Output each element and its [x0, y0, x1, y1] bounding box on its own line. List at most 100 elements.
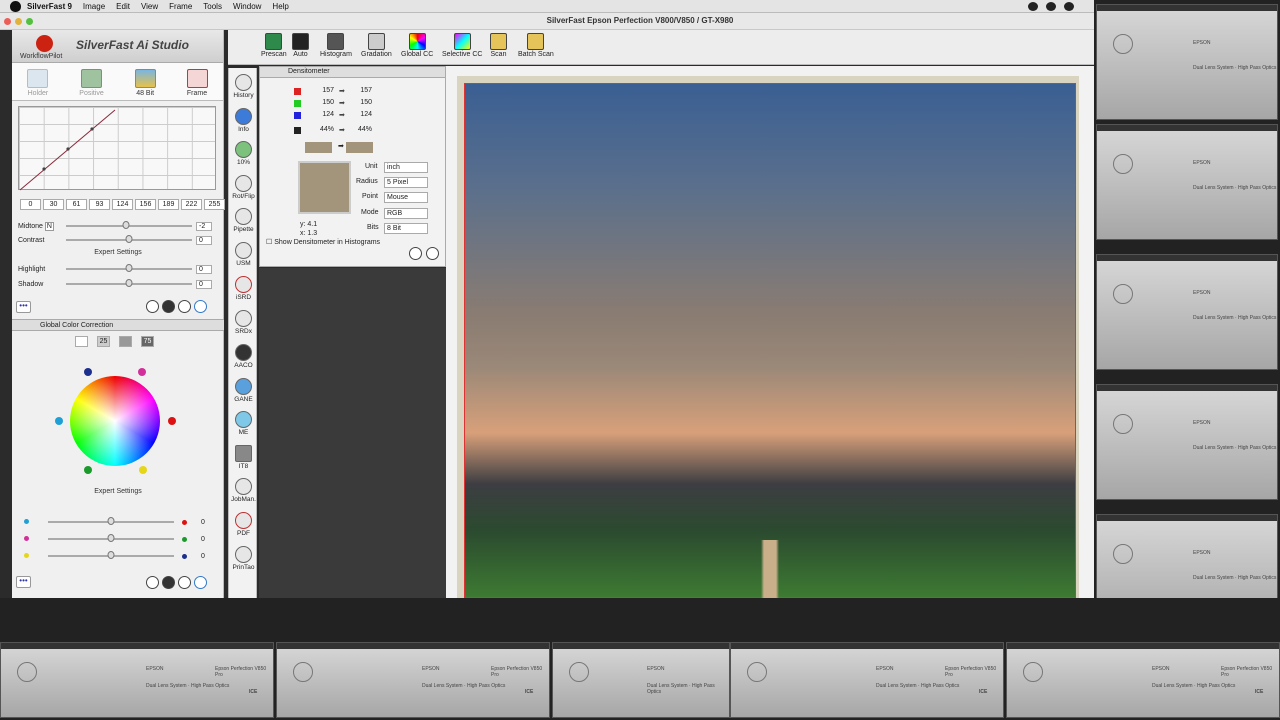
blue-handle[interactable]	[84, 368, 92, 376]
curve-value[interactable]: 93	[89, 199, 110, 210]
pdf-tool[interactable]: PDF	[229, 512, 258, 537]
midtone-slider-handle[interactable]	[122, 221, 130, 229]
global-cc-button[interactable]: Global CC	[401, 33, 433, 58]
play-icon[interactable]	[178, 576, 191, 589]
gcc-25-button[interactable]: 25	[97, 336, 110, 347]
scan-button[interactable]: Scan	[490, 33, 507, 58]
expert-icon[interactable]	[162, 300, 175, 313]
more-options-button[interactable]: •••	[16, 301, 31, 313]
printao-tool[interactable]: PrinTao	[229, 546, 258, 571]
menu-frame[interactable]: Frame	[169, 2, 192, 11]
gradation-curve[interactable]	[18, 106, 216, 191]
gcc-50-button[interactable]	[119, 336, 132, 347]
densitometer-header[interactable]: Densitometer	[260, 67, 445, 78]
aaco-tool[interactable]: AACO	[229, 344, 258, 369]
highlight-slider[interactable]	[66, 264, 192, 272]
gcc-header[interactable]: Global Color Correction	[12, 319, 224, 331]
reset-icon[interactable]	[194, 300, 207, 313]
play-icon[interactable]	[426, 247, 439, 260]
menu-app[interactable]: SilverFast 9	[27, 2, 72, 11]
zoom-tool[interactable]: 10%	[229, 141, 258, 166]
selective-cc-button[interactable]: Selective CC	[442, 33, 482, 58]
midtone-flag[interactable]: N	[44, 221, 54, 231]
curve-value[interactable]: 0	[20, 199, 41, 210]
shadow-value[interactable]: 0	[196, 279, 212, 289]
play-icon[interactable]	[178, 300, 191, 313]
magenta-handle[interactable]	[138, 368, 146, 376]
positive-button[interactable]: Positive	[79, 69, 104, 97]
curve-value[interactable]: 30	[43, 199, 64, 210]
apple-icon[interactable]	[10, 0, 21, 12]
jobman-tool[interactable]: JobMan.	[229, 478, 258, 503]
mode-select[interactable]: RGB	[384, 208, 428, 219]
radius-select[interactable]: 5 Pixel	[384, 177, 428, 188]
contrast-value[interactable]: 0	[196, 235, 212, 245]
preview-image[interactable]	[464, 83, 1076, 598]
workflow-pilot-icon[interactable]	[36, 35, 53, 52]
yellow-blue-slider[interactable]	[48, 551, 174, 559]
highlight-value[interactable]: 0	[196, 264, 212, 274]
cyan-red-slider[interactable]	[48, 517, 174, 525]
bits-select[interactable]: 8 Bit	[384, 223, 428, 234]
record-icon[interactable]	[1028, 2, 1038, 11]
gcc-list-button[interactable]	[75, 336, 88, 347]
curve-value[interactable]: 61	[66, 199, 87, 210]
frame-button[interactable]: Frame	[186, 69, 208, 97]
cyan-handle[interactable]	[55, 417, 63, 425]
midtone-value[interactable]: -2	[196, 221, 212, 231]
highlight-slider-handle[interactable]	[125, 264, 133, 272]
batch-scan-button[interactable]: Batch Scan	[518, 33, 554, 58]
usm-tool[interactable]: USM	[229, 242, 258, 267]
history-tool[interactable]: History	[229, 74, 258, 99]
srdx-tool[interactable]: SRDx	[229, 310, 258, 335]
info-tool[interactable]: Info	[229, 108, 258, 133]
gane-tool[interactable]: GANE	[229, 378, 258, 403]
menu-tools[interactable]: Tools	[203, 2, 222, 11]
auto-button[interactable]: Auto	[292, 33, 309, 58]
menu-edit[interactable]: Edit	[116, 2, 130, 11]
status-icon[interactable]	[1046, 2, 1056, 11]
menu-help[interactable]: Help	[272, 2, 288, 11]
histogram-button[interactable]: Histogram	[320, 33, 352, 58]
curve-value[interactable]: 255	[204, 199, 225, 210]
rotflip-tool[interactable]: Rot/Flip	[229, 175, 258, 200]
gcc-more-options-button[interactable]: •••	[16, 576, 31, 588]
help-icon[interactable]	[409, 247, 422, 260]
gcc-75-button[interactable]: 75	[141, 336, 154, 347]
green-handle[interactable]	[84, 466, 92, 474]
magenta-green-handle[interactable]	[107, 534, 115, 542]
help-icon[interactable]	[146, 300, 159, 313]
color-wheel[interactable]	[70, 376, 160, 466]
red-handle[interactable]	[168, 417, 176, 425]
curve-value[interactable]: 222	[181, 199, 202, 210]
magenta-green-slider[interactable]	[48, 534, 174, 542]
prescan-button[interactable]: Prescan	[261, 33, 287, 58]
expert-settings-label[interactable]: Expert Settings	[18, 249, 218, 256]
control-center-icon[interactable]	[1064, 2, 1074, 11]
gradation-button[interactable]: Gradation	[361, 33, 392, 58]
curve-value[interactable]: 189	[158, 199, 179, 210]
reset-icon[interactable]	[194, 576, 207, 589]
pipette-tool[interactable]: Pipette	[229, 208, 258, 233]
gcc-expert-settings-label[interactable]: Expert Settings	[18, 488, 218, 495]
midtone-slider[interactable]	[66, 221, 192, 229]
bit-depth-button[interactable]: 48 Bit	[134, 69, 156, 97]
unit-select[interactable]: inch	[384, 162, 428, 173]
isrd-tool[interactable]: iSRD	[229, 276, 258, 301]
contrast-slider[interactable]	[66, 235, 192, 243]
show-in-histograms-checkbox[interactable]: ☐ Show Densitometer in Histograms	[266, 238, 380, 246]
holder-button[interactable]: Holder	[27, 69, 49, 97]
curve-value[interactable]: 124	[112, 199, 133, 210]
expert-icon[interactable]	[162, 576, 175, 589]
curve-value[interactable]: 156	[135, 199, 156, 210]
menu-view[interactable]: View	[141, 2, 158, 11]
cyan-red-handle[interactable]	[107, 517, 115, 525]
yellow-handle[interactable]	[139, 466, 147, 474]
yellow-blue-handle[interactable]	[107, 551, 115, 559]
contrast-slider-handle[interactable]	[125, 235, 133, 243]
menu-image[interactable]: Image	[83, 2, 105, 11]
shadow-slider-handle[interactable]	[125, 279, 133, 287]
help-icon[interactable]	[146, 576, 159, 589]
shadow-slider[interactable]	[66, 279, 192, 287]
menu-window[interactable]: Window	[233, 2, 261, 11]
